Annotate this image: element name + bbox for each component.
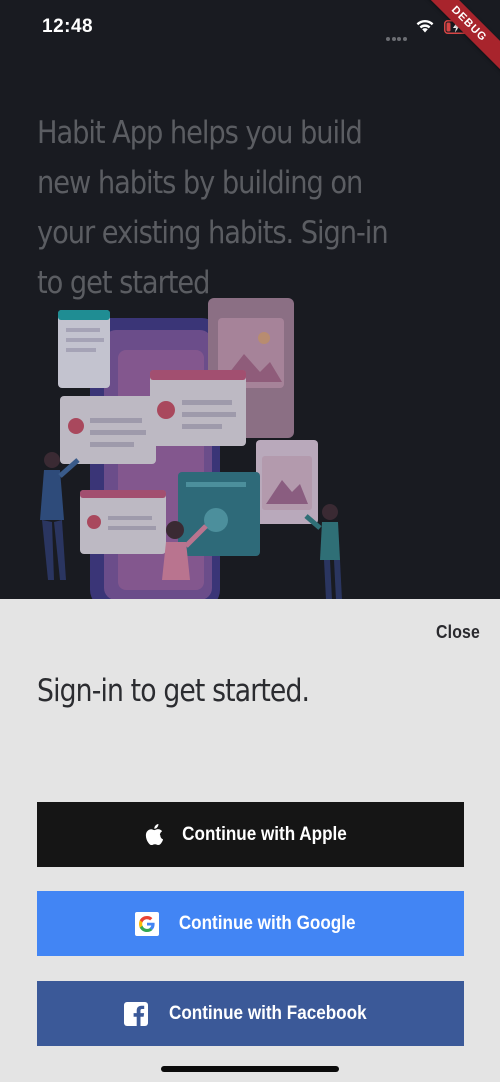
continue-with-facebook-button[interactable]: Continue with Facebook xyxy=(37,981,464,1046)
continue-with-facebook-label: Continue with Facebook xyxy=(168,1002,367,1024)
continue-with-google-button[interactable]: Continue with Google xyxy=(37,891,464,956)
close-button[interactable]: Close xyxy=(436,622,480,643)
continue-with-apple-button[interactable]: Continue with Apple xyxy=(37,802,464,867)
cellular-signal-icon xyxy=(386,28,408,41)
intro-text: Habit App helps you build new habits by … xyxy=(37,115,389,301)
debug-banner: DEBUG xyxy=(415,0,500,78)
onboarding-illustration xyxy=(40,298,342,600)
status-time: 12:48 xyxy=(42,16,94,37)
apple-icon xyxy=(145,824,164,845)
sign-in-sheet: Close Sign-in to get started. Continue w… xyxy=(0,599,500,1082)
sheet-title: Sign-in to get started. xyxy=(37,673,310,709)
home-indicator xyxy=(161,1066,339,1072)
wifi-icon xyxy=(416,19,434,33)
google-icon xyxy=(135,911,160,936)
continue-with-google-label: Continue with Google xyxy=(179,912,356,934)
continue-with-apple-label: Continue with Apple xyxy=(182,823,347,845)
status-bar: 12:48 DEBUG xyxy=(0,0,500,78)
facebook-icon xyxy=(123,1001,148,1026)
